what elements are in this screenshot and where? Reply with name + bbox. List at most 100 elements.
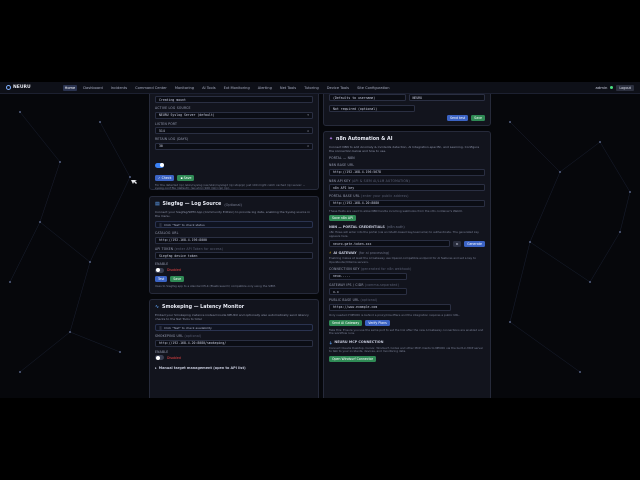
retain-input[interactable]: 30 ⇕: [155, 142, 313, 150]
syslog-card: Creating mount ACTIVE LOG SOURCE NEURU S…: [149, 90, 319, 190]
syslog-actions: ✓ Check ▪ Save: [155, 174, 313, 181]
ai-tip: Take this: Ensure you use the same port …: [329, 327, 484, 336]
smokeping-url-input[interactable]: http://192.168.4.20:8080/smokeping/: [155, 339, 313, 347]
catalog-input[interactable]: http://192.168.4.196:8000: [155, 236, 313, 244]
mcp-head: ⏚ NEURU MCP CONNECTION: [329, 340, 384, 345]
top-navbar: NEURU Home Dashboard Incidents Command C…: [0, 82, 640, 94]
nav-alerting[interactable]: Alerting: [256, 85, 274, 91]
info-icon: ⓘ: [159, 222, 163, 227]
robot-icon: ✦: [329, 137, 334, 142]
smokeping-enable-row: Disabled: [155, 355, 313, 360]
public-note: Only needed if NEURU is behind a proxy/C…: [329, 312, 460, 317]
letterbox-top: [0, 0, 640, 82]
generate-button[interactable]: Generate: [464, 240, 485, 247]
logout-button[interactable]: Logout: [616, 84, 634, 91]
siegfag-desc: Connect your Siegfag/SIEM App (Community…: [155, 210, 310, 218]
nav-command-center[interactable]: Command Center: [133, 85, 169, 91]
constellation-background: [9, 111, 631, 373]
smokeping-status-box: ⓘ Click "Test" to check availability: [155, 324, 313, 331]
siegfag-status: Disabled: [167, 268, 181, 272]
tag-field[interactable]: NEURU: [408, 94, 485, 101]
brand[interactable]: NEURU: [6, 85, 31, 90]
gateway-label: GATEWAY IPS / CIDR (comma-separated): [329, 282, 399, 287]
nav-right: admin Logout: [595, 84, 634, 91]
smokeping-enable-toggle[interactable]: [155, 355, 164, 360]
nav-ai-tools[interactable]: AI Tools: [200, 85, 218, 91]
syslog-enable-toggle[interactable]: [155, 162, 164, 168]
nav-incidents[interactable]: Incidents: [109, 85, 129, 91]
save-n8n-button[interactable]: Save n8n API: [329, 215, 356, 222]
smokeping-footer[interactable]: ▸ Manual target management (open to API l…: [155, 366, 313, 370]
active-source-select[interactable]: NEURU Syslog Server (default) ▾: [155, 111, 313, 119]
nav-net-tools[interactable]: Net Tools: [278, 85, 298, 91]
siegfag-enable-toggle[interactable]: [155, 267, 164, 273]
n8n-api-input[interactable]: n8n API key: [329, 184, 485, 191]
nav-monitoring[interactable]: Monitoring: [173, 85, 196, 91]
retain-label: RETAIN LOG (DAYS): [155, 137, 189, 141]
send-test-button[interactable]: Send test: [447, 115, 469, 121]
nav-site-configuration[interactable]: Site Configuration: [355, 85, 391, 91]
check-button[interactable]: ✓ Check: [155, 174, 175, 181]
verify-plans-button[interactable]: Verify Plans: [365, 319, 390, 326]
conn-key-input[interactable]: neuo-....: [329, 272, 407, 280]
test-button[interactable]: Test: [155, 275, 168, 282]
nav-device-tools[interactable]: Device Tools: [325, 85, 351, 91]
smokeping-enable-label: ENABLE: [155, 349, 169, 354]
api-token-input[interactable]: Siegfag device token: [155, 252, 313, 259]
portal-base-label: PORTAL BASE URL (enter your public addre…: [329, 194, 409, 198]
public-url-label: PUBLIC BASE URL (optional): [329, 298, 378, 303]
cred-row: neuro-gate-token-xxx ⧉ Generate: [329, 240, 485, 248]
siegfag-actions: Test Save: [155, 275, 313, 282]
cred-input[interactable]: neuro-gate-token-xxx: [329, 240, 450, 248]
nav-dashboard[interactable]: Dashboard: [81, 85, 105, 91]
retain-value: 30: [159, 144, 163, 148]
listen-port-input[interactable]: 514 ⇕: [155, 127, 313, 134]
n8n-api-label: N8N API KEY (API & SIEM AI/LLM AUTOMATIO…: [329, 178, 410, 183]
gateway-input[interactable]: x.x: [329, 288, 407, 296]
siegfag-status-box: ⓘ Click "Test" to check status: [155, 221, 313, 228]
brand-name: NEURU: [13, 85, 31, 90]
catalog-label: CATALOG URL: [155, 231, 179, 235]
user-name[interactable]: admin: [595, 85, 607, 90]
listen-port-label: LISTEN PORT: [155, 121, 178, 126]
n8n-title: ✦ n8n Automation & AI: [329, 137, 393, 142]
brand-logo-icon: [6, 85, 11, 90]
screen: NEURU Home Dashboard Incidents Command C…: [0, 0, 640, 480]
info-icon: ⓘ: [159, 325, 163, 330]
nav-tutoring[interactable]: Tutoring: [302, 85, 321, 91]
sender-field[interactable]: (Defaults to username): [329, 94, 406, 101]
portal-base-input[interactable]: http://192.168.4.20:8080: [329, 199, 485, 207]
conn-key-label: CONNECTION KEY (generated for n8n webhoo…: [329, 267, 412, 272]
siegfag-card: ▤ Siegfag — Log Source (Optional) Connec…: [149, 196, 319, 294]
nav-home[interactable]: Home: [62, 84, 78, 91]
send-ai-gateway-button[interactable]: Send AI Gateway: [329, 319, 363, 326]
ai-note: Enabling makes at least the AI Gateway u…: [329, 256, 476, 264]
notify-fields: (Defaults to username) NEURU: [329, 94, 485, 101]
copy-icon[interactable]: ⧉: [452, 240, 462, 247]
siegfag-note: Uses to Siegfag app to a standard ELK (E…: [155, 283, 276, 288]
ai-gateway-head: ⚡ AI GATEWAY (for ai processing): [329, 251, 390, 256]
log-icon: ▤: [155, 202, 160, 207]
portal-credentials-head: N8N — PORTAL CREDENTIALS (n8n auth): [329, 225, 405, 230]
save-button[interactable]: Save: [471, 115, 485, 121]
n8n-desc: Connect N8N to add Anomaly & Incidents d…: [329, 145, 480, 153]
n8n-base-label: N8N BASE URL: [329, 163, 355, 167]
open-connector-button[interactable]: Open Windsurf Connector: [329, 355, 377, 362]
chevron-down-icon: ▾: [307, 113, 309, 117]
mcp-desc: Connect Claude Desktop, Cursor, Windsurf…: [329, 345, 484, 354]
mcp-actions: Open Windsurf Connector: [329, 355, 485, 362]
siegfag-enable-row: Disabled: [155, 267, 313, 273]
mount-field[interactable]: Creating mount: [155, 96, 313, 103]
n8n-base-input[interactable]: http://192.168.4.196:5678: [329, 168, 485, 176]
syslog-note: For the detected (ip) /sbin/rsyslog /usr…: [155, 182, 306, 191]
smokeping-url-label: SMOKEPING URL (optional): [155, 334, 202, 338]
public-url-input[interactable]: https://www.example.com: [329, 303, 451, 311]
plug-icon: ⏚: [329, 340, 333, 345]
enable-row: [155, 153, 313, 172]
save-button[interactable]: ▪ Save: [177, 174, 195, 181]
nav-ext-monitoring[interactable]: Ext Monitoring: [222, 85, 252, 91]
ai-actions: Send AI Gateway Verify Plans: [329, 319, 485, 326]
smokeping-card: ∿ Smokeping — Latency Monitor Embed your…: [149, 299, 319, 398]
optional-field[interactable]: Not required (optional): [329, 105, 415, 112]
save-button[interactable]: Save: [170, 275, 185, 282]
